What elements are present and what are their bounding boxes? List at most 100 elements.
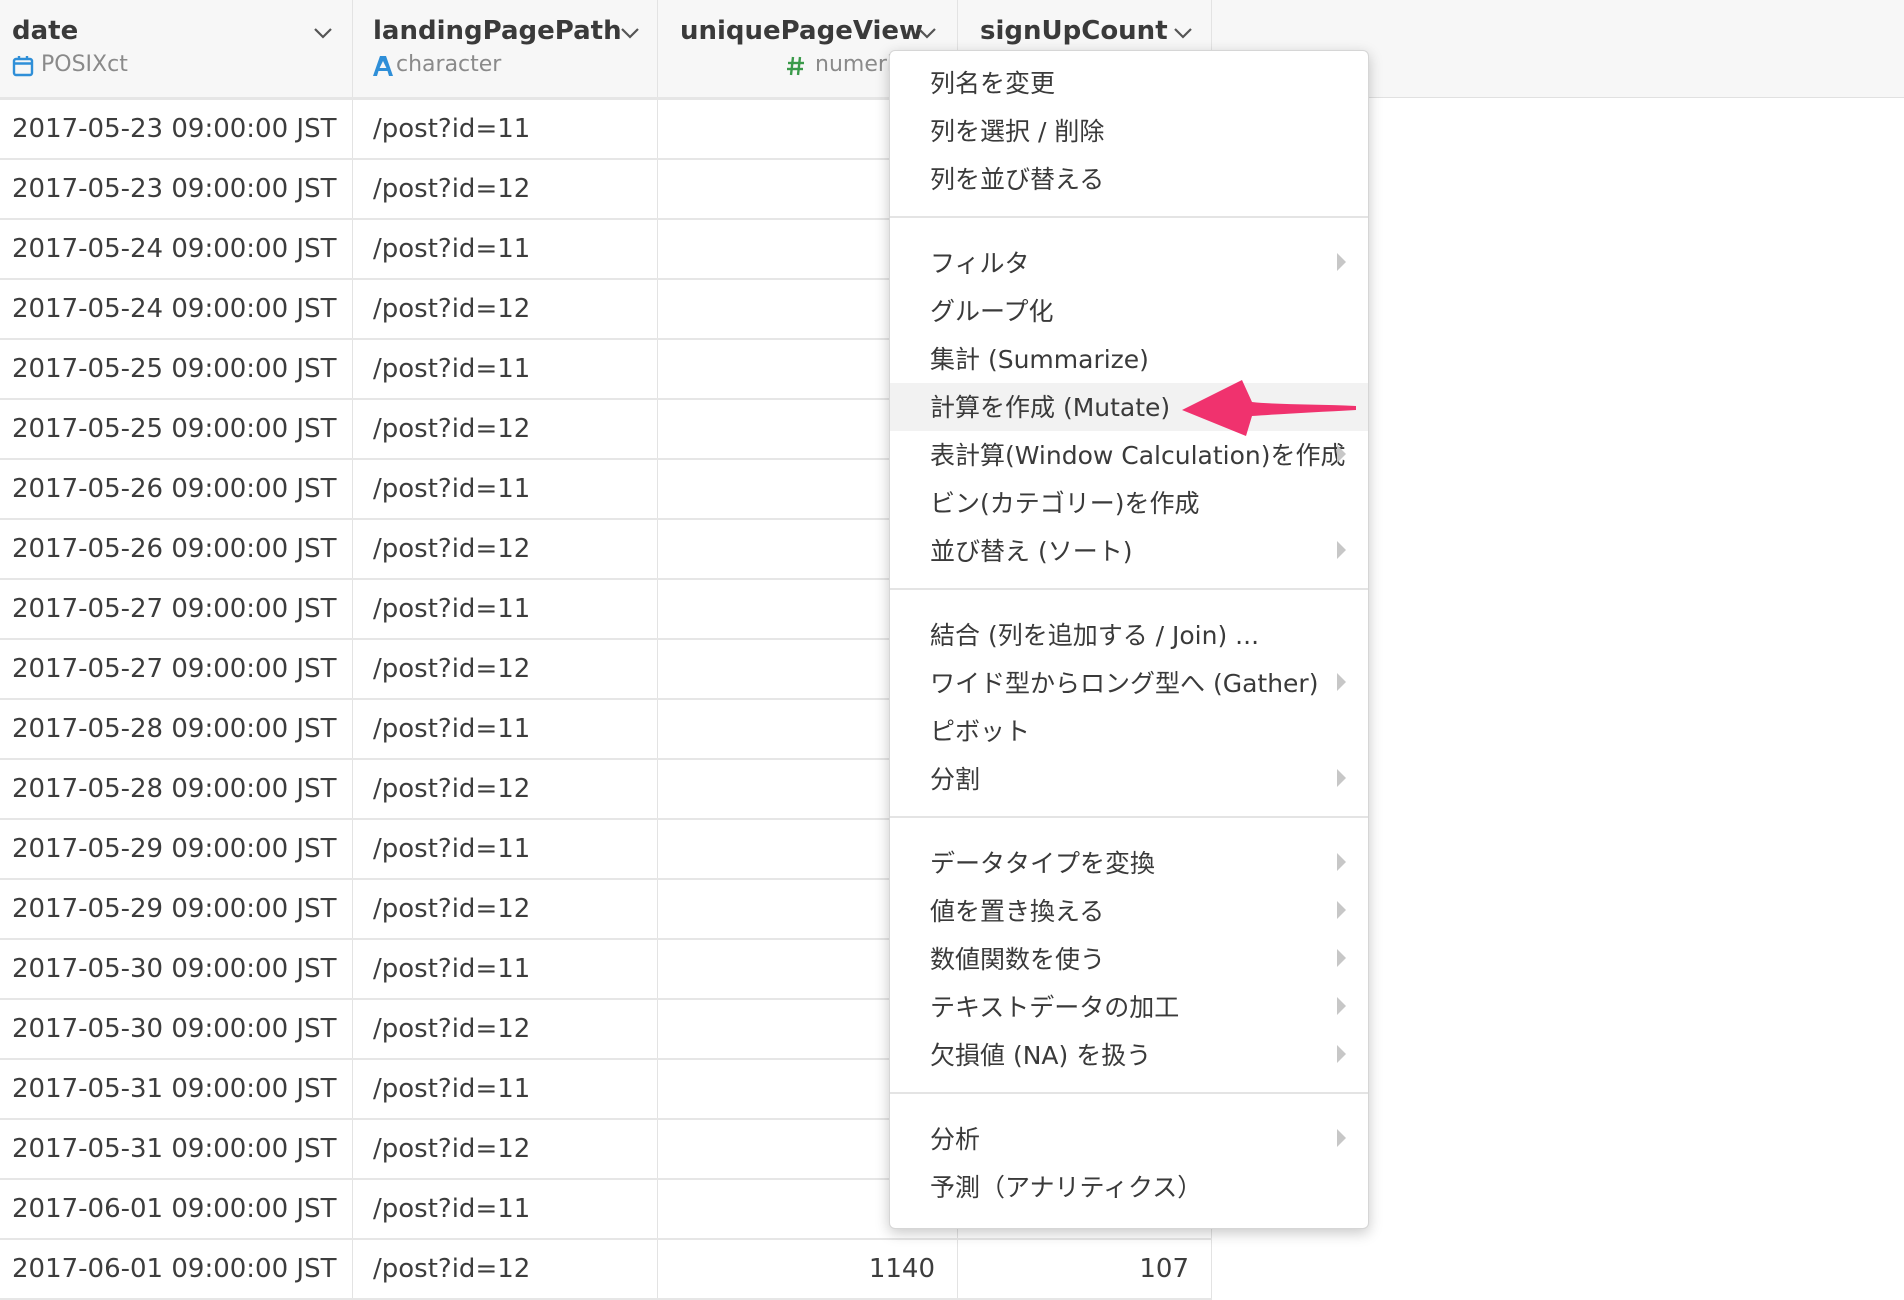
column-name: uniquePageView — [680, 16, 924, 46]
menu-item-label: 集計 (Summarize) — [930, 345, 1149, 374]
submenu-arrow-icon — [1337, 901, 1346, 919]
table-cell-date: 2017-06-01 09:00:00 JST — [0, 1180, 353, 1238]
table-cell-date: 2017-05-30 09:00:00 JST — [0, 940, 353, 998]
column-header-date[interactable]: date POSIXct — [0, 0, 353, 97]
table-cell-date: 2017-05-30 09:00:00 JST — [0, 1000, 353, 1058]
table-cell-path: /post?id=11 — [353, 1180, 658, 1238]
menu-item-label: 欠損値 (NA) を扱う — [930, 1041, 1152, 1070]
menu-item-label: データタイプを変換 — [930, 849, 1156, 878]
menu-item[interactable]: 欠損値 (NA) を扱う — [890, 1031, 1368, 1079]
menu-item[interactable]: ビン(カテゴリー)を作成 — [890, 479, 1368, 527]
table-cell-date: 2017-05-29 09:00:00 JST — [0, 880, 353, 938]
menu-item[interactable]: フィルタ — [890, 239, 1368, 287]
submenu-arrow-icon — [1337, 673, 1346, 691]
table-cell-date: 2017-05-25 09:00:00 JST — [0, 340, 353, 398]
table-cell-path: /post?id=12 — [353, 1240, 658, 1298]
table-cell-path: /post?id=11 — [353, 100, 658, 158]
menu-separator — [890, 1092, 1368, 1094]
letter-a-icon — [373, 56, 393, 76]
submenu-arrow-icon — [1337, 1129, 1346, 1147]
chevron-down-icon[interactable] — [312, 22, 334, 44]
submenu-arrow-icon — [1337, 949, 1346, 967]
column-type: numeri — [815, 52, 894, 77]
submenu-arrow-icon — [1337, 445, 1346, 463]
menu-item-label: 並び替え (ソート) — [930, 537, 1133, 566]
table-cell-date: 2017-05-28 09:00:00 JST — [0, 700, 353, 758]
table-cell-path: /post?id=12 — [353, 160, 658, 218]
menu-item-label: ピボット — [930, 717, 1031, 746]
table-cell-path: /post?id=12 — [353, 760, 658, 818]
table-cell-path: /post?id=11 — [353, 460, 658, 518]
menu-item-label: 予測（アナリティクス） — [930, 1173, 1203, 1202]
menu-item[interactable]: 値を置き換える — [890, 887, 1368, 935]
menu-item[interactable]: 予測（アナリティクス） — [890, 1163, 1368, 1211]
menu-item[interactable]: データタイプを変換 — [890, 839, 1368, 887]
table-cell-path: /post?id=11 — [353, 940, 658, 998]
table-cell-path: /post?id=12 — [353, 880, 658, 938]
table-row: 2017-06-01 09:00:00 JST/post?id=12 1140 10… — [0, 1240, 1212, 1300]
table-cell-path: /post?id=12 — [353, 520, 658, 578]
menu-item-label: 分割 — [930, 765, 981, 794]
column-context-menu: 列名を変更 列を選択 / 削除 列を並び替えるフィルタグループ化集計 (Summar… — [889, 50, 1369, 1229]
table-cell-date: 2017-05-27 09:00:00 JST — [0, 580, 353, 638]
table-cell-signup: 107 — [958, 1240, 1212, 1298]
menu-item[interactable]: グループ化 — [890, 287, 1368, 335]
table-cell-path: /post?id=11 — [353, 580, 658, 638]
column-header-landingpagepath[interactable]: landingPagePath character — [353, 0, 658, 97]
menu-item-label: 計算を作成 (Mutate) — [930, 393, 1171, 422]
column-name: date — [12, 16, 79, 46]
menu-separator — [890, 588, 1368, 590]
table-cell-date: 2017-05-31 09:00:00 JST — [0, 1060, 353, 1118]
menu-item[interactable]: ピボット — [890, 707, 1368, 755]
submenu-arrow-icon — [1337, 253, 1346, 271]
calendar-icon — [12, 56, 34, 77]
hash-icon — [787, 56, 804, 76]
menu-item[interactable]: 数値関数を使う — [890, 935, 1368, 983]
table-cell-date: 2017-05-24 09:00:00 JST — [0, 280, 353, 338]
table-cell-path: /post?id=11 — [353, 820, 658, 878]
submenu-arrow-icon — [1337, 1045, 1346, 1063]
menu-separator — [890, 816, 1368, 818]
menu-item-label: フィルタ — [930, 249, 1030, 278]
table-cell-path: /post?id=11 — [353, 340, 658, 398]
table-cell-date: 2017-05-27 09:00:00 JST — [0, 640, 353, 698]
menu-item[interactable]: 列を並び替える — [890, 155, 1368, 203]
table-cell-path: /post?id=12 — [353, 280, 658, 338]
submenu-arrow-icon — [1337, 997, 1346, 1015]
menu-item[interactable]: テキストデータの加工 — [890, 983, 1368, 1031]
annotation-arrow — [1182, 380, 1356, 436]
table-cell-path: /post?id=11 — [353, 1060, 658, 1118]
table-cell-date: 2017-05-25 09:00:00 JST — [0, 400, 353, 458]
menu-item[interactable]: 結合 (列を追加する / Join) ... — [890, 611, 1368, 659]
menu-item[interactable]: 集計 (Summarize) — [890, 335, 1368, 383]
menu-item-label: グループ化 — [930, 297, 1054, 326]
column-type: POSIXct — [41, 52, 128, 77]
table-cell-date: 2017-05-24 09:00:00 JST — [0, 220, 353, 278]
table-cell-path: /post?id=12 — [353, 400, 658, 458]
menu-item-label: 表計算(Window Calculation)を作成 — [930, 441, 1346, 470]
chevron-down-icon[interactable] — [619, 22, 641, 44]
menu-item[interactable]: 並び替え (ソート) — [890, 527, 1368, 575]
chevron-down-icon[interactable] — [916, 22, 938, 44]
menu-item[interactable]: ワイド型からロング型へ (Gather) — [890, 659, 1368, 707]
chevron-down-icon[interactable] — [1172, 22, 1194, 44]
table-cell-date: 2017-05-23 09:00:00 JST — [0, 100, 353, 158]
menu-item-label: 結合 (列を追加する / Join) ... — [930, 621, 1260, 650]
submenu-arrow-icon — [1337, 853, 1346, 871]
menu-item[interactable]: 表計算(Window Calculation)を作成 — [890, 431, 1368, 479]
menu-item[interactable]: 分割 — [890, 755, 1368, 803]
menu-item-label: ビン(カテゴリー)を作成 — [930, 489, 1200, 518]
menu-item[interactable]: 列名を変更 — [890, 59, 1368, 107]
menu-item-label: ワイド型からロング型へ (Gather) — [930, 669, 1319, 698]
submenu-arrow-icon — [1337, 541, 1346, 559]
menu-item-label: テキストデータの加工 — [930, 993, 1180, 1022]
table-cell-date: 2017-05-26 09:00:00 JST — [0, 520, 353, 578]
menu-item[interactable]: 列を選択 / 削除 — [890, 107, 1368, 155]
menu-separator — [890, 216, 1368, 218]
submenu-arrow-icon — [1337, 769, 1346, 787]
menu-item-label: 分析 — [930, 1125, 981, 1154]
menu-item[interactable]: 分析 — [890, 1115, 1368, 1163]
table-cell-date: 2017-05-28 09:00:00 JST — [0, 760, 353, 818]
table-cell-path: /post?id=12 — [353, 1000, 658, 1058]
column-name: signUpCount — [980, 16, 1168, 46]
